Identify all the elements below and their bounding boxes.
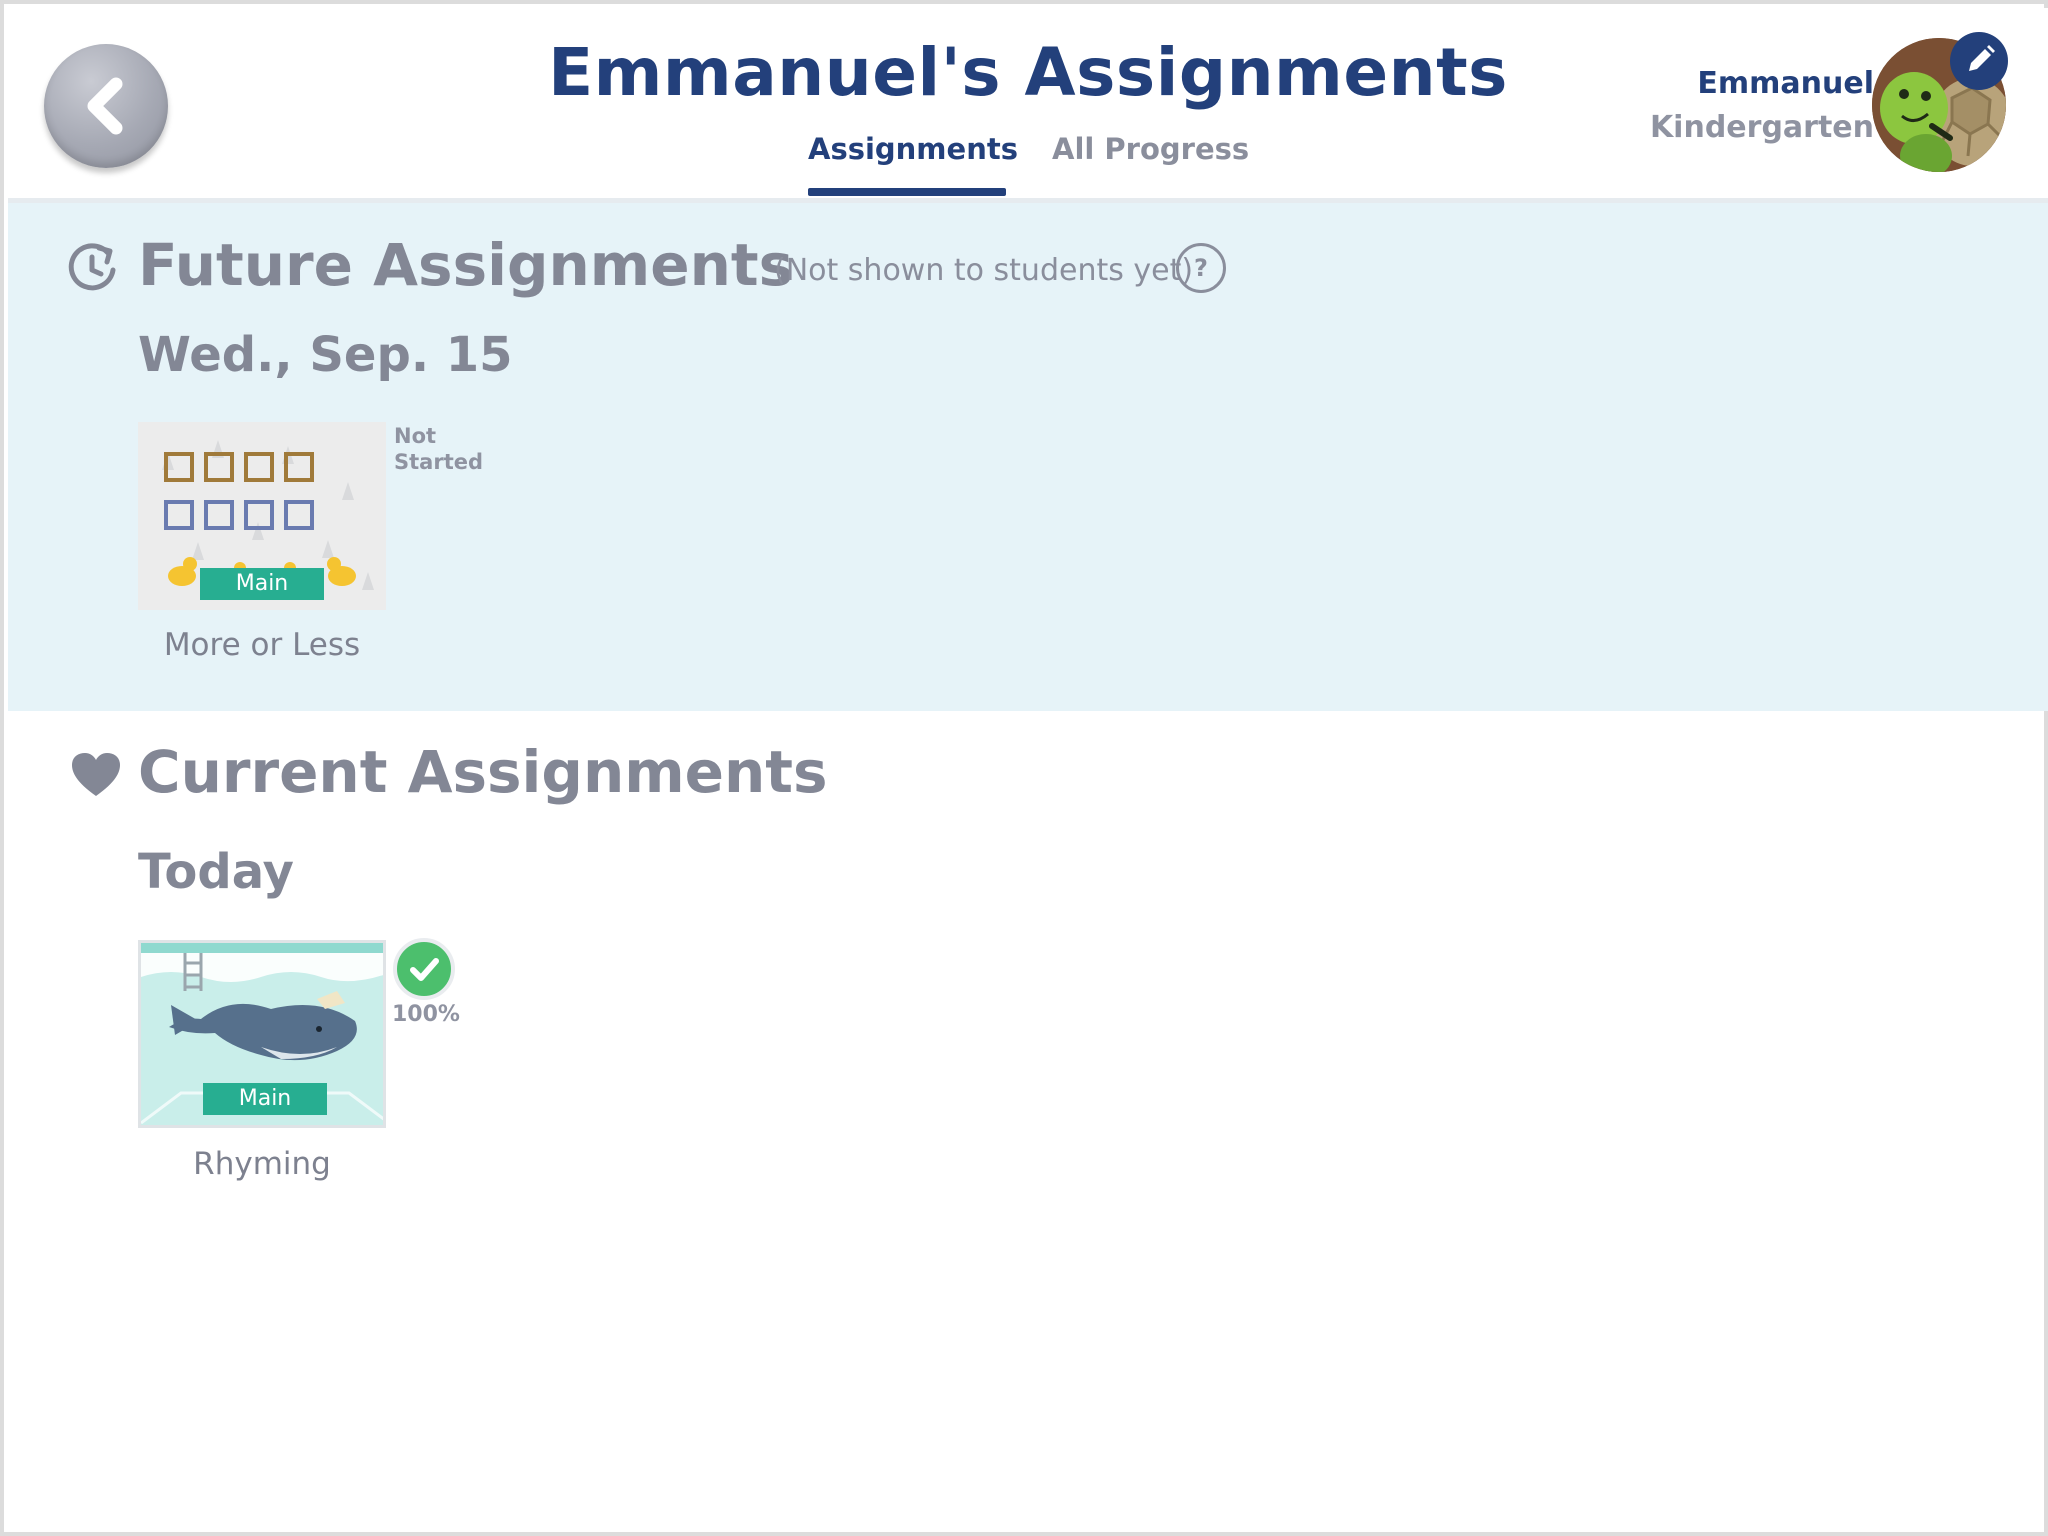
edit-avatar-button[interactable] bbox=[1950, 32, 2008, 90]
future-section-title: Future Assignments bbox=[138, 231, 794, 299]
assignment-title[interactable]: Rhyming bbox=[138, 1146, 386, 1182]
tab-all-progress-label: All Progress bbox=[1052, 132, 1250, 166]
date-heading-today: Today bbox=[138, 844, 294, 900]
status-not-started: Not Started bbox=[394, 424, 484, 474]
user-grade: Kindergarten bbox=[1649, 110, 1874, 145]
pencil-icon bbox=[1969, 45, 1995, 71]
assignment-tag: Main bbox=[203, 1083, 327, 1115]
header: Emmanuel's Assignments Assignments All P… bbox=[8, 8, 2048, 203]
chevron-left-icon bbox=[87, 77, 123, 135]
assignment-title[interactable]: More or Less bbox=[138, 627, 386, 663]
future-assignments-section: Future Assignments (Not shown to student… bbox=[8, 203, 2048, 711]
user-name: Emmanuel bbox=[1697, 66, 1874, 101]
active-tab-indicator bbox=[808, 188, 1006, 196]
back-button[interactable] bbox=[44, 44, 168, 168]
assignment-card-rhyming[interactable]: Main bbox=[138, 940, 386, 1128]
tab-assignments[interactable]: Assignments bbox=[808, 132, 1018, 196]
clock-history-icon bbox=[68, 243, 116, 291]
help-button[interactable]: ? bbox=[1176, 243, 1226, 293]
assignment-card-more-or-less[interactable]: Main bbox=[138, 422, 386, 610]
heart-icon bbox=[72, 753, 120, 796]
score-percent: 100% bbox=[392, 1002, 460, 1027]
app-frame: Emmanuel's Assignments Assignments All P… bbox=[0, 0, 2048, 1536]
page-title: Emmanuel's Assignments bbox=[548, 34, 1508, 111]
date-heading: Wed., Sep. 15 bbox=[138, 327, 513, 383]
future-section-note: (Not shown to students yet) bbox=[774, 253, 1194, 288]
assignment-tag: Main bbox=[200, 568, 324, 600]
user-info: Emmanuel Kindergarten bbox=[1650, 62, 1874, 150]
checkmark-icon bbox=[410, 958, 439, 981]
current-section-title: Current Assignments bbox=[138, 738, 828, 806]
tab-assignments-label: Assignments bbox=[808, 132, 1018, 166]
completed-badge bbox=[393, 938, 455, 1000]
tab-all-progress[interactable]: All Progress bbox=[1052, 132, 1249, 166]
